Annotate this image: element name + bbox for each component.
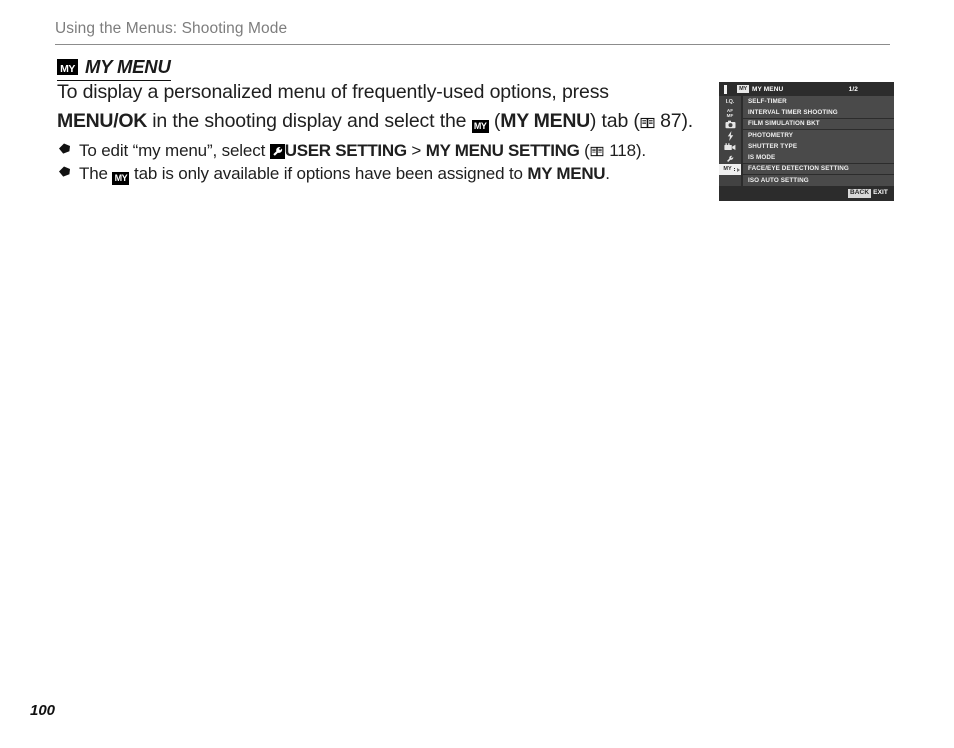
note-1-text-3: ( [579, 141, 590, 160]
camera-lcd-screenshot: MY MY MENU 1/2 I.Q. AF MF MY SELF-TIMER … [719, 82, 894, 201]
wrench-icon [727, 155, 734, 162]
sidebar-item-set-up[interactable] [719, 153, 741, 164]
diamond-bullet-icon [58, 165, 71, 183]
my-menu-bold-label: MY MENU [500, 110, 590, 132]
note-2-text-3: . [605, 164, 610, 183]
note-1-text-4: ). [635, 141, 646, 160]
note-1-text-2: > [406, 141, 426, 160]
note-1-bold-1: USER SETTING [284, 141, 407, 160]
page-header: Using the Menus: Shooting Mode [55, 20, 890, 45]
page-reference-2: 118 [609, 141, 636, 160]
notes-list: To edit “my menu”, select USER SETTING >… [58, 140, 718, 186]
paragraph-text-1: To display a personalized menu of freque… [57, 81, 609, 103]
tab-dots-icon [734, 168, 735, 172]
menu-item-self-timer[interactable]: SELF-TIMER [743, 96, 894, 107]
my-menu-badge-icon: MY [737, 84, 749, 94]
sidebar-item-flash-setting[interactable] [719, 131, 741, 142]
exit-button[interactable]: EXIT [873, 190, 888, 197]
book-reference-icon [590, 146, 605, 158]
paragraph-text-4: ) tab ( [589, 110, 640, 132]
lcd-footer-bar: BACK EXIT [719, 186, 894, 201]
my-menu-badge-icon: MY [112, 171, 130, 185]
lcd-menu-list: SELF-TIMER INTERVAL TIMER SHOOTING FILM … [741, 96, 894, 186]
paragraph-text-2: in the shooting display and select the [146, 110, 472, 132]
chevron-right-icon [737, 167, 740, 172]
menu-indicator-icon [724, 84, 727, 94]
sidebar-item-movie-setting[interactable] [719, 142, 741, 153]
menu-ok-label: MENU/OK [57, 110, 147, 132]
lcd-body: I.Q. AF MF MY SELF-TIMER INTERVAL TIMER … [719, 96, 894, 186]
note-2-bold-1: MY MENU [527, 164, 606, 183]
header-rule [55, 44, 890, 45]
menu-item-interval-timer-shooting[interactable]: INTERVAL TIMER SHOOTING [743, 107, 894, 119]
lcd-page-indicator: 1/2 [848, 85, 858, 93]
note-2-text-2: tab is only available if options have be… [129, 164, 528, 183]
menu-item-is-mode[interactable]: IS MODE [743, 152, 894, 164]
flash-icon [727, 131, 733, 142]
note-1-bold-2: MY MENU SETTING [425, 141, 580, 160]
note-item: The MY tab is only available if options … [58, 163, 718, 185]
note-item: To edit “my menu”, select USER SETTING >… [58, 140, 718, 162]
page-title: MY MENU [85, 56, 171, 77]
page-reference-1: 87 [660, 110, 682, 132]
note-2-text-1: The [79, 164, 113, 183]
sidebar-item-my-menu[interactable]: MY [719, 164, 741, 176]
back-button[interactable]: BACK [847, 189, 872, 198]
book-reference-icon [640, 117, 655, 129]
page-number: 100 [30, 702, 56, 719]
lcd-title: MY MENU [752, 85, 784, 93]
movie-camera-icon [724, 143, 736, 151]
note-1-text-1: To edit “my menu”, select [79, 141, 270, 160]
lcd-title-bar: MY MY MENU 1/2 [719, 82, 894, 96]
sidebar-item-image-quality[interactable]: I.Q. [719, 97, 741, 108]
menu-item-photometry[interactable]: PHOTOMETRY [743, 129, 894, 141]
sidebar-item-my-menu-label: MY [723, 165, 732, 172]
lcd-tab-sidebar: I.Q. AF MF MY [719, 96, 741, 186]
my-menu-badge-icon: MY [471, 119, 489, 133]
menu-item-iso-auto-setting[interactable]: ISO AUTO SETTING [743, 174, 894, 186]
menu-item-film-simulation-bkt[interactable]: FILM SIMULATION BKT [743, 118, 894, 130]
paragraph-text-3: ( [488, 110, 501, 132]
menu-item-face-eye-detection-setting[interactable]: FACE/EYE DETECTION SETTING [743, 163, 894, 175]
my-menu-badge-icon: MY [57, 59, 78, 75]
camera-icon [725, 121, 735, 129]
intro-paragraph: To display a personalized menu of freque… [57, 78, 697, 136]
user-setting-wrench-icon [269, 144, 285, 159]
menu-item-shutter-type[interactable]: SHUTTER TYPE [743, 141, 894, 152]
sidebar-item-shooting-setting[interactable] [719, 119, 741, 130]
breadcrumb: Using the Menus: Shooting Mode [55, 20, 288, 37]
sidebar-item-af-mf[interactable]: AF MF [719, 108, 741, 119]
paragraph-text-5: ). [681, 110, 694, 132]
diamond-bullet-icon [58, 142, 71, 160]
